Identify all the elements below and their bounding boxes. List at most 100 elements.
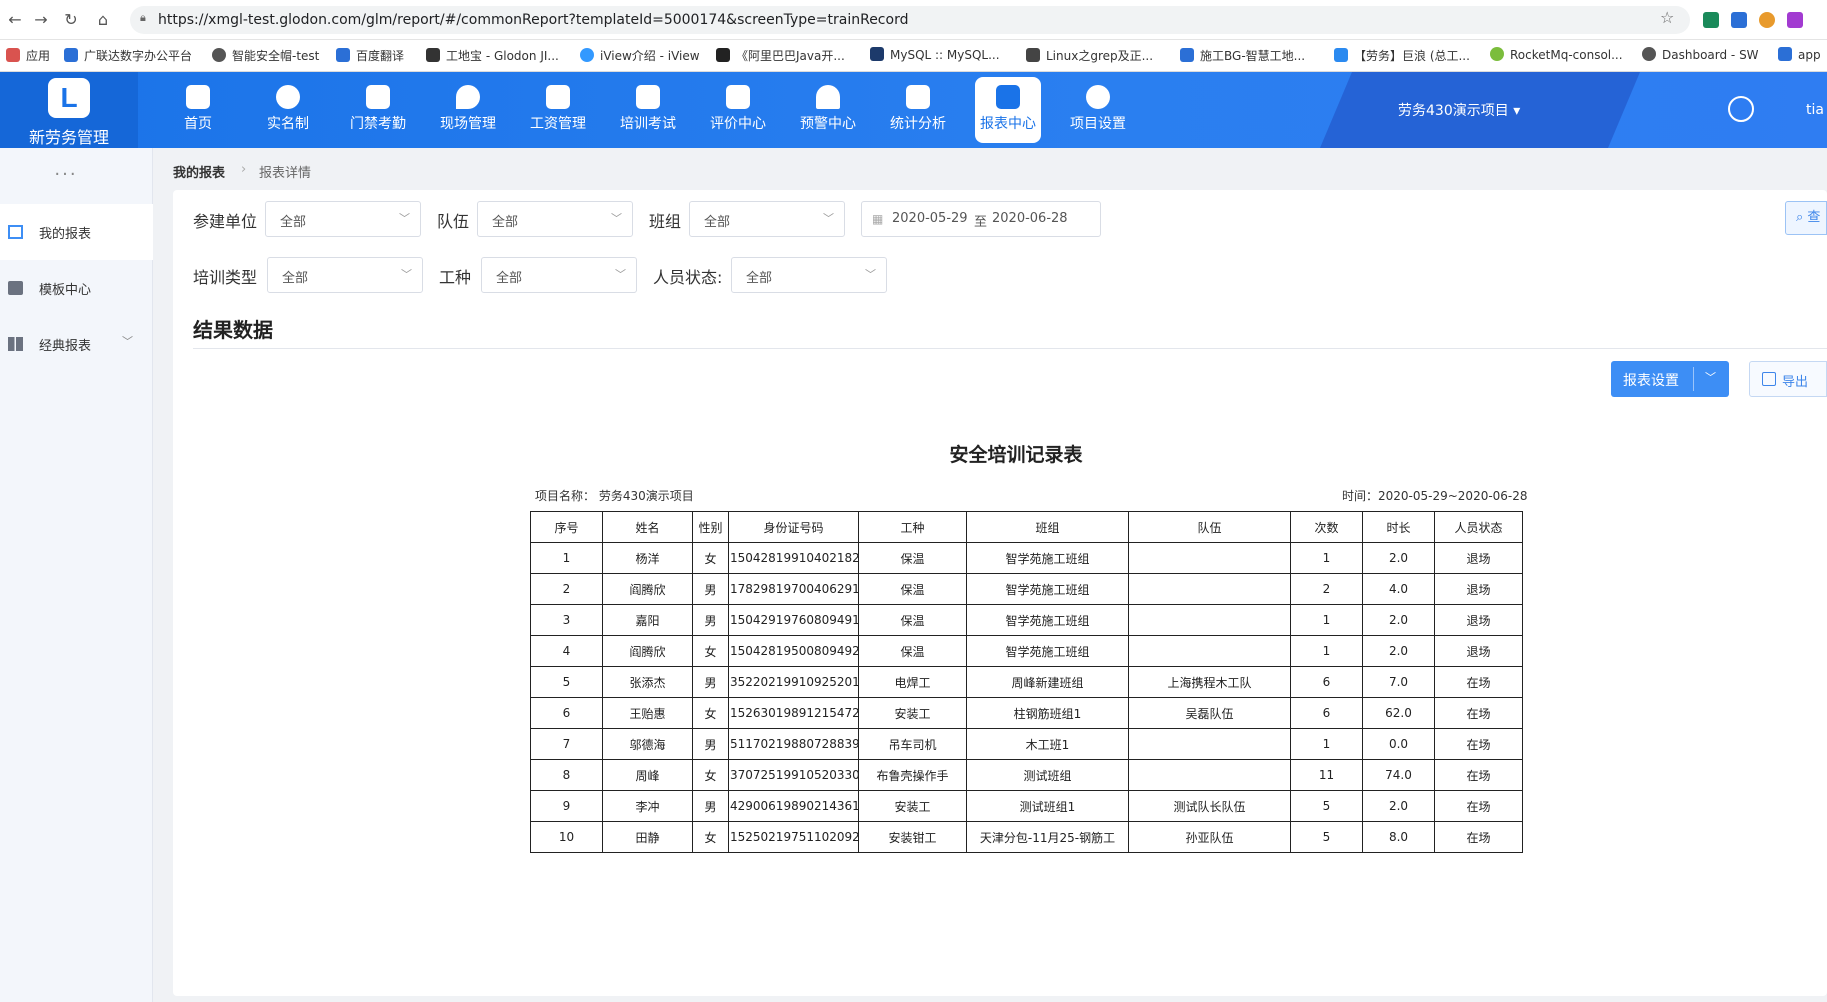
sidebar-item-templates[interactable]: 模板中心 — [0, 260, 153, 316]
table-row: 2 阎腾欣男 178298197004062916 保温 智学苑施工班组 2 4.0 退场 — [530, 573, 1523, 605]
table-row: 9 李冲男 429006198902143619 安装工 测试班组1 测试队长队伍 5 2.0… — [530, 790, 1523, 822]
sidebar-item-my-reports[interactable]: 我的报表 — [0, 204, 153, 260]
query-button[interactable]: ⌕ 查 — [1785, 201, 1827, 235]
user-avatar-icon[interactable] — [1728, 96, 1754, 122]
bookmark-item[interactable]: Linux之grep及正... — [1026, 47, 1153, 64]
table-cell — [1128, 728, 1291, 760]
bookmark-item[interactable]: 智能安全帽-test — [212, 47, 319, 64]
table-cell: 511702198807288390 — [728, 728, 859, 760]
table-cell: 男 — [692, 573, 729, 605]
chevron-down-icon[interactable]: ﹀ — [1705, 369, 1716, 385]
bookmark-item[interactable]: 广联达数字办公平台 — [64, 47, 192, 64]
bookmark-item[interactable]: Dashboard - SW — [1642, 47, 1759, 62]
user-name[interactable]: tia — [1806, 102, 1824, 118]
nav-evaluation[interactable]: 评价中心 — [705, 77, 771, 143]
nav-statistics[interactable]: 统计分析 — [885, 77, 951, 143]
nav-training-exam[interactable]: 培训考试 — [615, 77, 681, 143]
table-cell: 150429197608094919 — [728, 604, 859, 636]
bookmark-item[interactable]: app — [1778, 47, 1821, 62]
nav-realname[interactable]: 实名制 — [255, 77, 321, 143]
table-cell: 上海携程木工队 — [1128, 666, 1291, 698]
team-select[interactable]: 全部 ﹀ — [477, 201, 633, 237]
table-cell: 阎腾欣 — [602, 573, 693, 605]
group-select[interactable]: 全部 ﹀ — [689, 201, 845, 237]
table-cell: 女 — [692, 542, 729, 574]
extension-vue-icon[interactable] — [1703, 12, 1719, 28]
nav-home[interactable]: 首页 — [165, 77, 231, 143]
extension-purple-icon[interactable] — [1787, 12, 1803, 28]
bookmark-item[interactable]: 【劳务】巨浪 (总工... — [1334, 47, 1470, 64]
unit-select[interactable]: 全部 ﹀ — [265, 201, 421, 237]
status-label: 人员状态: — [653, 268, 723, 287]
bookmark-item[interactable]: iView介绍 - iView — [580, 47, 700, 64]
table-row: 6 王贻惠女 152630198912154726 安装工 柱钢筋班组1 吴磊队伍 6 62.… — [530, 697, 1523, 729]
column-header: 次数 — [1290, 511, 1363, 543]
nav-reports[interactable]: 报表中心 — [975, 77, 1041, 143]
nav-alerts[interactable]: 预警中心 — [795, 77, 861, 143]
back-icon[interactable]: ← — [4, 9, 26, 31]
bookmark-icon — [716, 48, 730, 62]
table-cell: 男 — [692, 728, 729, 760]
table-cell: 429006198902143619 — [728, 790, 859, 822]
training-type-select[interactable]: 全部 ﹀ — [267, 257, 423, 293]
bookmark-item[interactable]: 《阿里巴巴Java开... — [716, 47, 845, 64]
diamond-icon — [1334, 48, 1348, 62]
brand-logo: L — [48, 78, 90, 118]
bookmark-item[interactable]: RocketMq-consol... — [1490, 47, 1623, 62]
sidebar-item-classic-reports[interactable]: 经典报表 ﹀ — [0, 316, 153, 372]
forward-icon[interactable]: → — [30, 9, 52, 31]
table-cell: 女 — [692, 821, 729, 853]
alarm-light-icon — [816, 85, 840, 109]
section-divider — [193, 348, 1827, 349]
table-row: 4 阎腾欣女 150428195008094929 保温 智学苑施工班组 1 2.0 退场 — [530, 635, 1523, 667]
table-cell: 测试队长队伍 — [1128, 790, 1291, 822]
table-cell: 150428195008094929 — [728, 635, 859, 667]
bookmark-item[interactable]: 施工BG-智慧工地... — [1180, 47, 1305, 64]
chevron-down-icon: ﹀ — [611, 212, 622, 225]
report-settings-button[interactable]: 报表设置 ﹀ — [1611, 361, 1729, 397]
bookmark-apps[interactable]: 应用 — [6, 47, 50, 64]
brand[interactable]: L 新劳务管理 — [0, 72, 138, 148]
address-bar[interactable]: 🔒︎ https://xmgl-test.glodon.com/glm/repo… — [130, 6, 1690, 34]
nav-project-settings[interactable]: 项目设置 — [1065, 77, 1131, 143]
collapse-dots-icon[interactable]: ··· — [0, 164, 132, 185]
date-range-picker[interactable]: ▦ 2020-05-29 至 2020-06-28 — [861, 201, 1101, 237]
table-cell: 2.0 — [1362, 635, 1435, 667]
table-row: 3 嘉阳男 150429197608094919 保温 智学苑施工班组 1 2.0 退场 — [530, 604, 1523, 636]
bookmark-star-icon[interactable]: ☆ — [1660, 8, 1674, 27]
table-cell: 在场 — [1434, 666, 1523, 698]
home-icon[interactable]: ⌂ — [92, 9, 114, 31]
leaf-icon — [1490, 47, 1504, 61]
unit-filter-label: 参建单位 — [193, 212, 258, 231]
search-icon: ⌕ — [1796, 210, 1804, 225]
breadcrumb-root[interactable]: 我的报表 — [173, 162, 225, 181]
bookmark-item[interactable]: 工地宝 - Glodon JI... — [426, 47, 559, 64]
reload-icon[interactable]: ↻ — [60, 9, 82, 31]
training-type-label: 培训类型 — [193, 268, 258, 287]
iview-icon — [580, 48, 594, 62]
extension-cookie-icon[interactable] — [1759, 12, 1775, 28]
chevron-down-icon: ﹀ — [823, 212, 834, 225]
table-cell: 2.0 — [1362, 542, 1435, 574]
table-cell: 在场 — [1434, 728, 1523, 760]
bookmark-item[interactable]: MySQL :: MySQL... — [870, 47, 1000, 62]
nav-access-attendance[interactable]: 门禁考勤 — [345, 77, 411, 143]
table-header-row: 序号 姓名 性别 身份证号码 工种 班组 队伍 次数 时长 人员状态 — [530, 511, 1523, 543]
column-header: 班组 — [966, 511, 1129, 543]
nav-payroll[interactable]: 工资管理 — [525, 77, 591, 143]
chevron-down-icon: ﹀ — [865, 268, 876, 281]
table-cell — [1128, 759, 1291, 791]
url-text[interactable]: https://xmgl-test.glodon.com/glm/report/… — [158, 12, 908, 28]
project-switcher[interactable]: 劳务430演示项目 ▾ — [1398, 100, 1520, 120]
nav-site-management[interactable]: 现场管理 — [435, 77, 501, 143]
bookmark-item[interactable]: 百度翻译 — [336, 47, 404, 64]
table-cell: 2.0 — [1362, 604, 1435, 636]
export-button[interactable]: 导出 — [1749, 361, 1827, 397]
table-cell: 6 — [1290, 666, 1363, 698]
table-cell: 在场 — [1434, 697, 1523, 729]
presentation-board-icon — [636, 85, 660, 109]
extension-translate-icon[interactable] — [1731, 12, 1747, 28]
worktype-select[interactable]: 全部 ﹀ — [481, 257, 637, 293]
status-select[interactable]: 全部 ﹀ — [731, 257, 887, 293]
table-cell: 测试班组1 — [966, 790, 1129, 822]
